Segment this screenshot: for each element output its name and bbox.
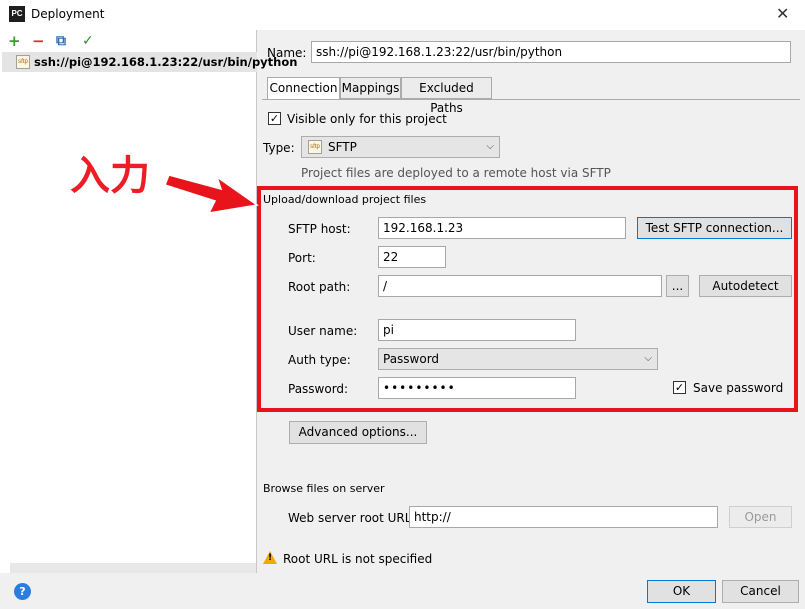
tab-divider bbox=[262, 99, 800, 100]
visible-only-checkbox[interactable]: ✓ bbox=[268, 112, 281, 125]
warning-icon-mark: ! bbox=[268, 553, 273, 563]
remove-server-icon[interactable]: − bbox=[32, 33, 45, 49]
tab-mappings[interactable]: Mappings bbox=[340, 77, 401, 99]
add-server-icon[interactable]: + bbox=[8, 33, 21, 49]
name-input[interactable]: ssh://pi@192.168.1.23:22/usr/bin/python bbox=[311, 41, 791, 63]
server-list-scrollbar[interactable] bbox=[10, 563, 256, 573]
use-as-default-icon[interactable]: ✓ bbox=[82, 33, 94, 49]
sftp-server-icon: sftp bbox=[16, 55, 30, 69]
browse-section-title: Browse files on server bbox=[263, 482, 385, 495]
server-list-item[interactable]: sftp ssh://pi@192.168.1.23:22/usr/bin/py… bbox=[2, 52, 297, 72]
web-server-url-input[interactable]: http:// bbox=[409, 506, 718, 528]
visible-only-label: Visible only for this project bbox=[287, 112, 447, 126]
copy-server-icon[interactable]: ⧉ bbox=[56, 33, 66, 49]
type-select[interactable]: sftp SFTP ⌵ bbox=[301, 136, 500, 158]
type-select-value: SFTP bbox=[328, 140, 357, 154]
type-hint: Project files are deployed to a remote h… bbox=[301, 166, 611, 180]
close-icon[interactable]: ✕ bbox=[776, 4, 789, 23]
annotation-input-text: 入力 bbox=[70, 153, 150, 199]
advanced-options-button[interactable]: Advanced options... bbox=[289, 421, 427, 444]
tab-excluded-paths[interactable]: Excluded Paths bbox=[401, 77, 492, 115]
server-list-item-label: ssh://pi@192.168.1.23:22/usr/bin/python bbox=[34, 55, 298, 69]
sftp-type-icon: sftp bbox=[308, 140, 322, 154]
help-icon[interactable]: ? bbox=[14, 583, 31, 600]
window-title: Deployment bbox=[31, 7, 105, 21]
server-list-panel bbox=[0, 30, 257, 573]
chevron-down-icon: ⌵ bbox=[486, 141, 494, 152]
ok-button[interactable]: OK bbox=[647, 580, 716, 603]
annotation-arrow-icon bbox=[165, 174, 259, 214]
web-server-url-label: Web server root URL: bbox=[288, 511, 416, 525]
title-bar: PC Deployment ✕ bbox=[0, 0, 805, 30]
name-label: Name: bbox=[267, 46, 307, 60]
open-url-button[interactable]: Open bbox=[729, 506, 792, 528]
cancel-button[interactable]: Cancel bbox=[722, 580, 799, 603]
type-label: Type: bbox=[263, 141, 295, 155]
annotation-highlight-box bbox=[257, 186, 798, 412]
warning-text: Root URL is not specified bbox=[283, 552, 433, 566]
tab-connection[interactable]: Connection bbox=[267, 77, 340, 100]
pycharm-app-icon: PC bbox=[9, 6, 25, 22]
